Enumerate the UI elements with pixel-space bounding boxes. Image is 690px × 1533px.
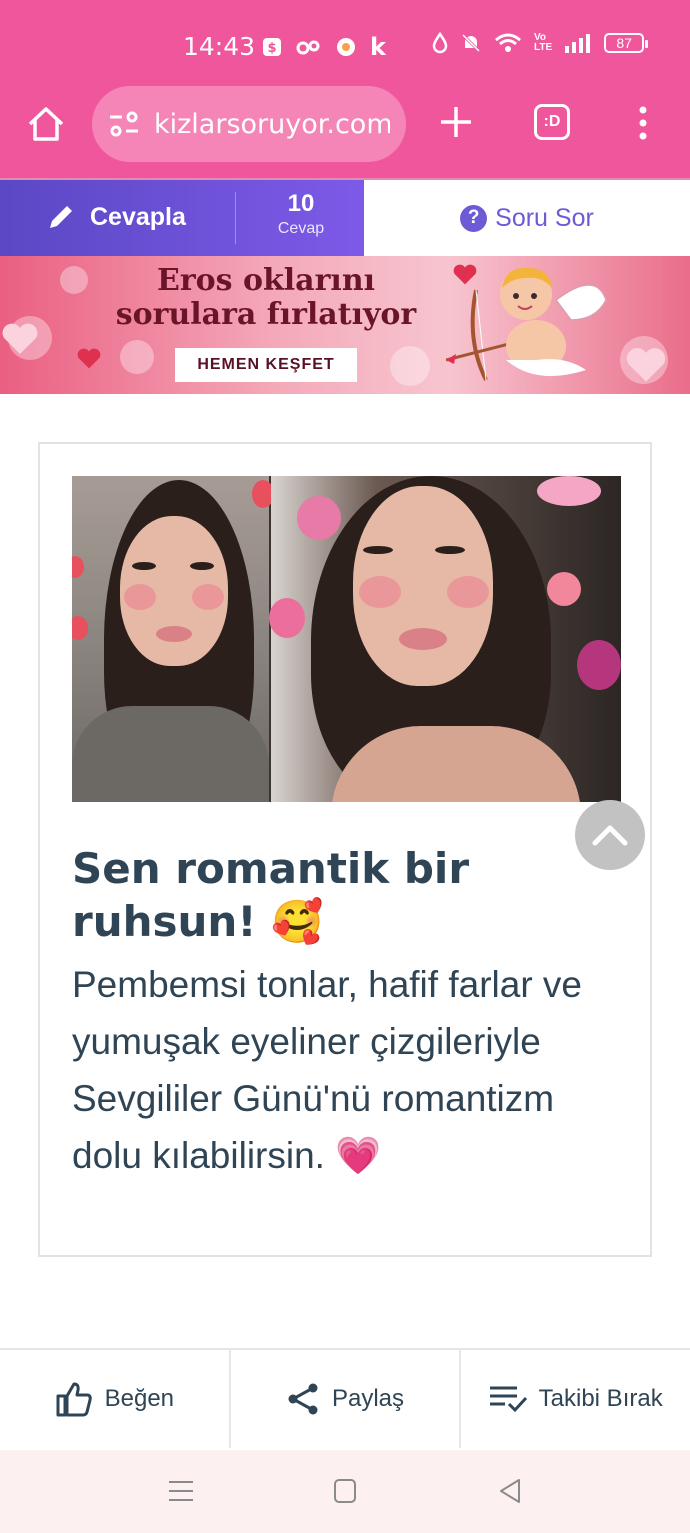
blush (447, 576, 489, 608)
strawberry-decoration (72, 616, 88, 640)
scroll-to-top-button[interactable] (575, 800, 645, 870)
heart-icon (2, 323, 38, 354)
answer-count: 10 Cevap (240, 190, 362, 238)
share-label: Paylaş (331, 1385, 405, 1412)
photo-right-panel (269, 476, 621, 802)
eye (435, 546, 465, 554)
share-button[interactable]: Paylaş (231, 1350, 462, 1448)
bottom-action-bar: Beğen Paylaş Takibi Bırak (0, 1348, 690, 1448)
link-icon (296, 40, 320, 55)
more-menu-icon[interactable] (636, 106, 650, 140)
banner-cta-button[interactable]: HEMEN KEŞFET (175, 348, 357, 382)
blush (192, 584, 224, 610)
system-navigation-bar (0, 1450, 690, 1533)
cupcake-decoration (269, 598, 305, 638)
svg-text:$: $ (267, 41, 276, 56)
question-action-bar: Cevapla 10 Cevap ? Soru Sor (0, 178, 690, 256)
answer-button[interactable]: Cevapla (46, 202, 186, 232)
cupid-illustration (446, 267, 607, 381)
bokeh-decoration (60, 266, 88, 294)
home-icon[interactable] (26, 104, 66, 144)
lips (156, 626, 192, 642)
tab-switcher-label: :D (543, 113, 561, 130)
eye (132, 562, 156, 570)
answer-button-label: Cevapla (90, 202, 186, 231)
thumbs-up-icon (56, 1382, 92, 1417)
chat-icon (337, 38, 355, 56)
like-label: Beğen (104, 1385, 175, 1412)
blush (124, 584, 156, 610)
system-icons: Vo LTE 87 (432, 32, 649, 54)
browser-toolbar: kizlarsoruyor.com/ :D (0, 86, 690, 178)
signal-icon (565, 34, 591, 53)
eye (190, 562, 214, 570)
answer-count-number: 10 (287, 190, 315, 217)
banner-title: Eros oklarını sorulara fırlatıyor (96, 264, 436, 332)
answer-panel: Cevapla 10 Cevap (0, 180, 364, 256)
volte-icon: Vo LTE (534, 32, 553, 53)
payment-app-icon: $ (263, 38, 281, 56)
card-description: Pembemsi tonlar, hafif farlar ve yumuşak… (72, 964, 582, 1176)
lips (399, 628, 447, 650)
grapefruit-decoration (547, 572, 581, 606)
unfollow-label: Takibi Bırak (538, 1385, 663, 1412)
banana-decoration (537, 476, 601, 506)
banner-title-line1: Eros oklarını (156, 263, 376, 298)
divider (235, 192, 236, 244)
flower-decoration (577, 640, 621, 690)
card-title: Sen romantik bir ruhsun! 🥰 (72, 844, 470, 946)
bokeh-decoration (390, 346, 430, 386)
answer-count-label: Cevap (277, 220, 325, 237)
question-icon: ? (460, 204, 488, 232)
url-text[interactable]: kizlarsoruyor.com/ (154, 109, 390, 140)
ice-cream-decoration (297, 496, 341, 540)
battery-level: 87 (616, 35, 632, 51)
battery-icon: 87 (604, 33, 649, 53)
drop-icon (432, 32, 448, 54)
bell-muted-icon (461, 33, 481, 53)
eye (363, 546, 393, 554)
notification-icons: $ k (262, 33, 386, 61)
strawberry-decoration (72, 556, 84, 578)
site-settings-icon[interactable] (108, 110, 140, 138)
tab-switcher-button[interactable]: :D (534, 104, 570, 140)
clock: 14:43 (183, 32, 256, 61)
promo-banner[interactable]: Eros oklarını sorulara fırlatıyor HEMEN … (0, 256, 690, 394)
wifi-icon (495, 33, 521, 52)
chevron-up-icon (592, 825, 628, 846)
makeup-photo (72, 476, 621, 802)
list-check-icon (489, 1386, 527, 1413)
new-tab-icon[interactable] (438, 104, 474, 140)
home-nav-icon[interactable] (333, 1478, 357, 1504)
pencil-icon (50, 206, 72, 228)
sweater (72, 706, 269, 802)
address-bar[interactable]: kizlarsoruyor.com/ (92, 86, 406, 162)
status-bar: 14:43 $ k Vo LTE 87 (0, 0, 690, 86)
k-app-icon: k (370, 33, 386, 61)
heart-icon (77, 348, 101, 369)
result-card: Sen romantik bir ruhsun! 🥰 Pembemsi tonl… (38, 442, 652, 1257)
back-icon[interactable] (498, 1478, 522, 1504)
heart-icon (626, 348, 666, 382)
like-button[interactable]: Beğen (0, 1350, 231, 1448)
ask-question-button[interactable]: ? Soru Sor (364, 180, 690, 256)
bokeh-decoration (120, 340, 154, 374)
banner-title-line2: sorulara fırlatıyor (115, 297, 417, 332)
recent-apps-icon[interactable] (168, 1478, 194, 1504)
share-icon (288, 1383, 318, 1415)
blush (359, 576, 401, 608)
photo-left-panel (72, 476, 274, 802)
ask-question-label: Soru Sor (495, 203, 594, 232)
unfollow-button[interactable]: Takibi Bırak (461, 1350, 690, 1448)
